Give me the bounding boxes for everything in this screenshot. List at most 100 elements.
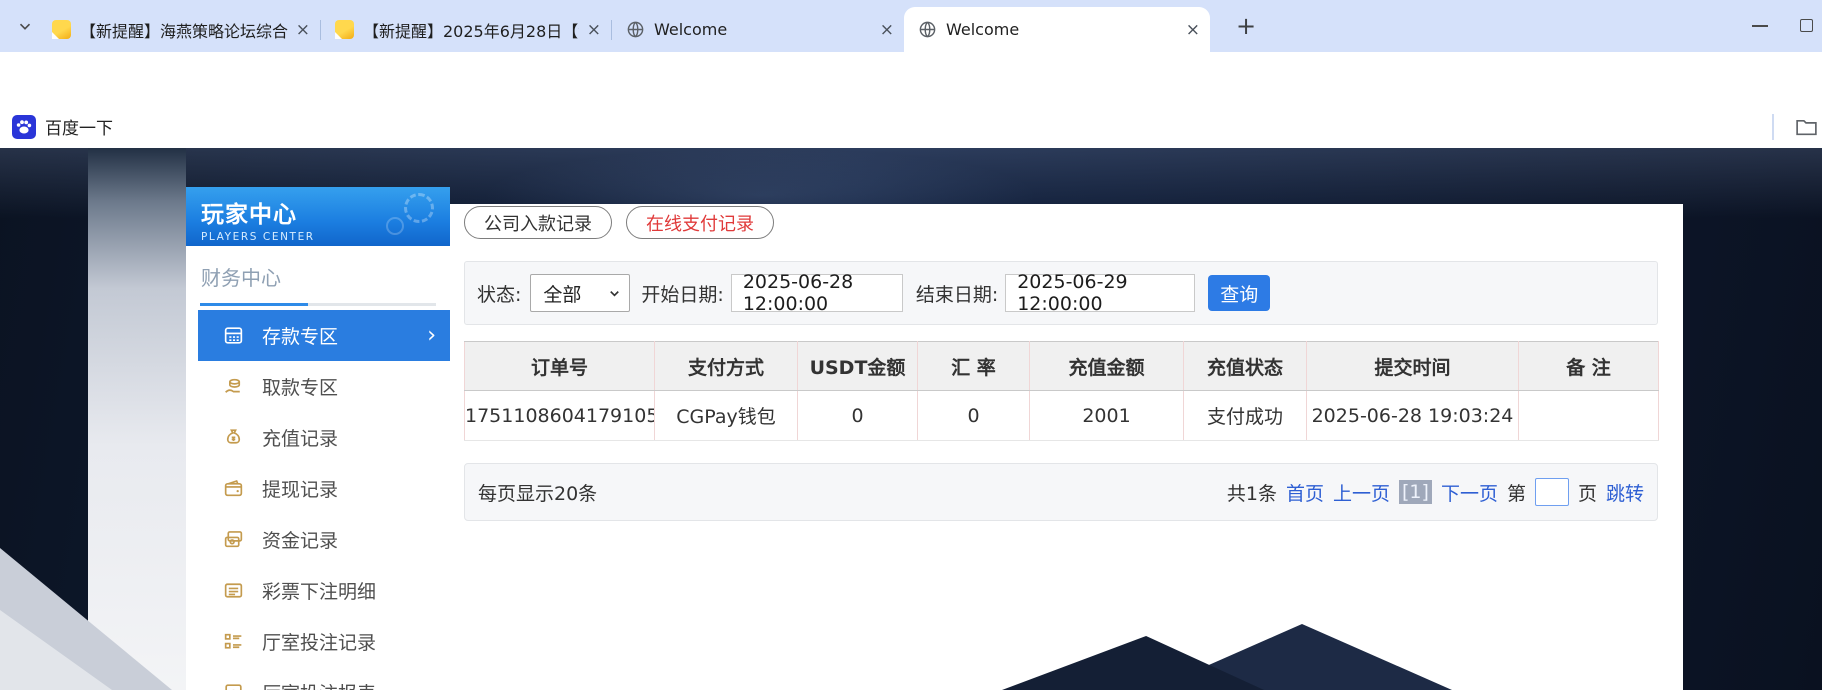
next-page-link[interactable]: 下一页 xyxy=(1441,479,1498,506)
list-card-icon xyxy=(222,579,245,602)
money-bag-icon xyxy=(222,426,245,449)
sidebar-item-label: 提现记录 xyxy=(262,475,338,502)
poker-chip-icon xyxy=(404,193,434,223)
sidebar-item-recharge-records[interactable]: 充值记录 xyxy=(198,412,450,463)
chevron-right-icon: › xyxy=(427,325,436,347)
cell-order-no: 1751108604179105 xyxy=(465,391,655,441)
tab-close-icon[interactable]: × xyxy=(288,20,310,40)
report-icon xyxy=(222,681,245,690)
chevron-down-icon xyxy=(16,17,34,35)
window-maximize-button[interactable] xyxy=(1800,19,1813,32)
site-page: 玩家中心 PLAYERS CENTER 财务中心 存款专区 › 取款专区 xyxy=(0,148,1822,690)
sidebar-item-withdrawal-records[interactable]: 提现记录 xyxy=(198,463,450,514)
sidebar-header: 玩家中心 PLAYERS CENTER xyxy=(186,187,450,246)
header-remark: 备 注 xyxy=(1519,342,1659,391)
status-select-value: 全部 xyxy=(543,280,581,307)
forum-favicon-icon xyxy=(335,20,354,39)
tab-title: Welcome xyxy=(654,20,727,39)
status-select[interactable]: 全部 xyxy=(530,274,630,312)
browser-tab-3[interactable]: Welcome × xyxy=(612,7,904,52)
browser-tab-1[interactable]: 【新提醒】海燕策略论坛综合交 × xyxy=(38,7,320,52)
start-date-label: 开始日期: xyxy=(641,280,723,307)
tab-close-icon[interactable]: × xyxy=(872,20,894,40)
sidebar-item-label: 彩票下注明细 xyxy=(262,577,376,604)
header-submit-time: 提交时间 xyxy=(1307,342,1519,391)
page-jump-input[interactable] xyxy=(1535,478,1569,506)
folder-icon[interactable] xyxy=(1794,114,1819,139)
new-tab-button[interactable]: + xyxy=(1232,12,1260,40)
globe-icon xyxy=(918,20,937,39)
cell-recharge-status: 支付成功 xyxy=(1184,391,1307,441)
browser-tab-2[interactable]: 【新提醒】2025年6月28日【金 × xyxy=(321,7,611,52)
poker-chip-icon xyxy=(386,217,404,235)
sidebar-section-title: 财务中心 xyxy=(201,262,450,291)
table-header-row: 订单号 支付方式 USDT金额 汇 率 充值金额 充值状态 提交时间 备 注 xyxy=(465,342,1659,391)
hand-coins-icon xyxy=(222,375,245,398)
bookmark-label: 百度一下 xyxy=(45,114,113,139)
sidebar-item-label: 取款专区 xyxy=(262,373,338,400)
sidebar-subtitle: PLAYERS CENTER xyxy=(201,231,450,243)
end-date-input[interactable]: 2025-06-29 12:00:00 xyxy=(1005,274,1195,312)
prev-page-link[interactable]: 上一页 xyxy=(1333,479,1390,506)
header-exchange-rate: 汇 率 xyxy=(918,342,1030,391)
record-type-tabs: 公司入款记录 在线支付记录 xyxy=(464,206,774,239)
sidebar-item-funds-records[interactable]: 资金记录 xyxy=(198,514,450,565)
header-recharge-amount: 充值金额 xyxy=(1030,342,1184,391)
cell-remark xyxy=(1519,391,1659,441)
cell-submit-time: 2025-06-28 19:03:24 xyxy=(1307,391,1519,441)
records-table: 订单号 支付方式 USDT金额 汇 率 充值金额 充值状态 提交时间 备 注 1… xyxy=(464,341,1659,441)
sidebar-item-hall-bet-report[interactable]: 厅室投注报表 xyxy=(198,667,450,690)
header-usdt-amount: USDT金额 xyxy=(798,342,918,391)
main-content: 公司入款记录 在线支付记录 状态: 全部 开始日期: 2025-06-28 12… xyxy=(450,204,1683,690)
forum-favicon-icon xyxy=(52,20,71,39)
header-payment-method: 支付方式 xyxy=(655,342,798,391)
sidebar-item-label: 存款专区 xyxy=(262,322,338,349)
tab-bar: 【新提醒】海燕策略论坛综合交 × 【新提醒】2025年6月28日【金 × Wel… xyxy=(0,0,1822,52)
window-minimize-button[interactable] xyxy=(1752,25,1768,27)
sidebar-item-label: 厅室投注报表 xyxy=(262,679,376,690)
first-page-link[interactable]: 首页 xyxy=(1286,479,1324,506)
cell-payment-method: CGPay钱包 xyxy=(655,391,798,441)
tab-title: Welcome xyxy=(946,20,1019,39)
bookmark-baidu[interactable]: 百度一下 xyxy=(12,114,113,139)
sidebar-divider xyxy=(200,303,436,306)
header-order-no: 订单号 xyxy=(465,342,655,391)
jump-action-link[interactable]: 跳转 xyxy=(1606,479,1644,506)
start-date-input[interactable]: 2025-06-28 12:00:00 xyxy=(731,274,903,312)
tab-close-icon[interactable]: × xyxy=(579,20,601,40)
table-row: 1751108604179105 CGPay钱包 0 0 2001 支付成功 2… xyxy=(465,391,1659,441)
jump-suffix-label: 页 xyxy=(1578,479,1597,506)
tab-online-payment-records[interactable]: 在线支付记录 xyxy=(626,206,774,239)
sidebar-item-label: 充值记录 xyxy=(262,424,338,451)
tab-company-deposit-records[interactable]: 公司入款记录 xyxy=(464,206,612,239)
tab-title: 【新提醒】2025年6月28日【金 xyxy=(363,18,579,42)
background-light-strip xyxy=(88,148,186,690)
pagination-bar: 每页显示20条 共1条 首页 上一页 [1] 下一页 第 页 跳转 xyxy=(464,463,1658,521)
filter-panel: 状态: 全部 开始日期: 2025-06-28 12:00:00 结束日期: 2… xyxy=(464,261,1658,325)
bookmarks-separator xyxy=(1772,114,1774,140)
sidebar-divider-accent xyxy=(200,303,308,306)
tab-search-button[interactable] xyxy=(10,13,40,39)
header-recharge-status: 充值状态 xyxy=(1184,342,1307,391)
current-page-indicator: [1] xyxy=(1399,480,1432,504)
sidebar-item-deposit[interactable]: 存款专区 › xyxy=(198,310,450,361)
cell-usdt-amount: 0 xyxy=(798,391,918,441)
sidebar-item-lottery-bet-details[interactable]: 彩票下注明细 xyxy=(198,565,450,616)
cell-exchange-rate: 0 xyxy=(918,391,1030,441)
browser-window: 【新提醒】海燕策略论坛综合交 × 【新提醒】2025年6月28日【金 × Wel… xyxy=(0,0,1822,690)
tab-close-icon[interactable]: × xyxy=(1178,20,1200,40)
checklist-icon xyxy=(222,630,245,653)
jump-prefix-label: 第 xyxy=(1507,479,1526,506)
status-label: 状态: xyxy=(477,280,521,307)
wallet-icon xyxy=(222,477,245,500)
players-center-sidebar: 玩家中心 PLAYERS CENTER 财务中心 存款专区 › 取款专区 xyxy=(186,187,450,690)
sidebar-item-label: 厅室投注记录 xyxy=(262,628,376,655)
sidebar-item-hall-bet-records[interactable]: 厅室投注记录 xyxy=(198,616,450,667)
page-size-text: 每页显示20条 xyxy=(478,479,597,506)
chevron-down-icon xyxy=(607,286,622,301)
query-button[interactable]: 查询 xyxy=(1208,275,1270,311)
sidebar-item-withdraw-zone[interactable]: 取款专区 xyxy=(198,361,450,412)
sidebar-menu: 存款专区 › 取款专区 充值记录 提现记录 资金记录 xyxy=(198,310,450,690)
cards-icon xyxy=(222,528,245,551)
browser-tab-4-active[interactable]: Welcome × xyxy=(904,7,1210,52)
